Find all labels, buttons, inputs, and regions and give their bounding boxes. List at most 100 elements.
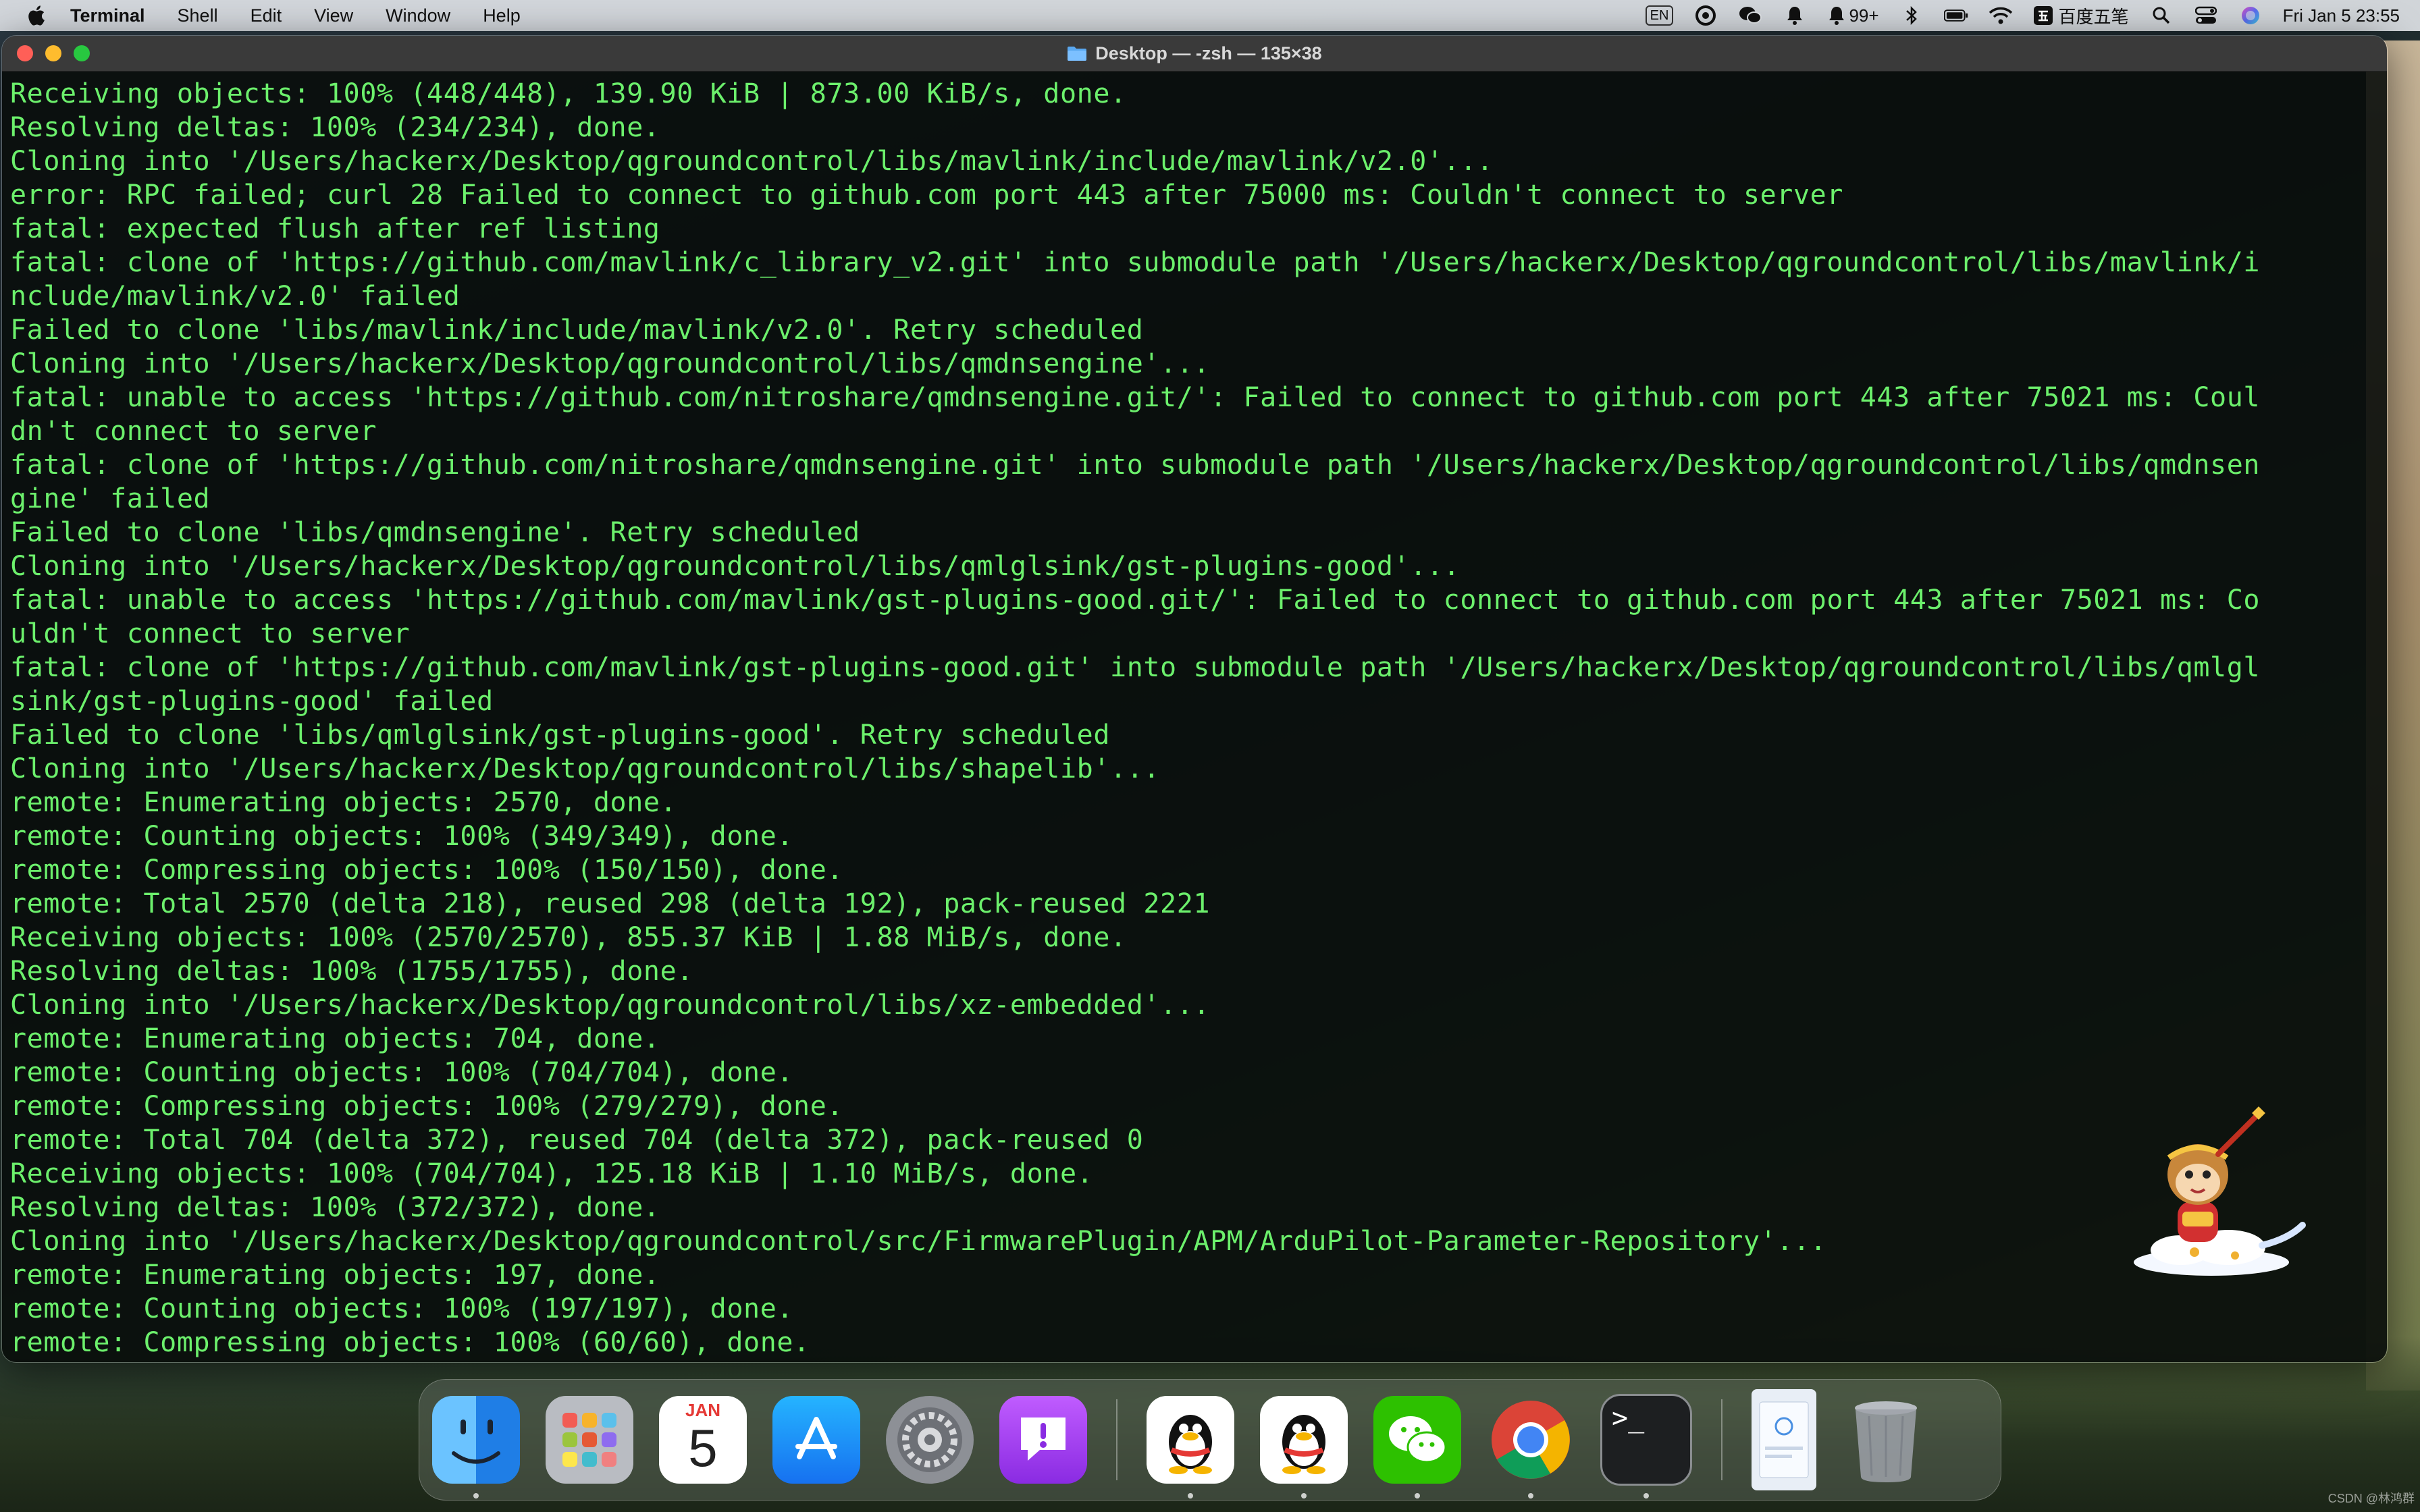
- notification-count-item[interactable]: 99+: [1827, 5, 1879, 26]
- terminal-line: Cloning into '/Users/hackerx/Desktop/qgr…: [10, 348, 1211, 379]
- qq-penguin-icon: [1282, 1415, 1325, 1474]
- apple-icon[interactable]: [24, 3, 50, 28]
- finder-app[interactable]: [432, 1396, 520, 1498]
- terminal-line: remote: Compressing objects: 100% (279/2…: [10, 1091, 844, 1122]
- qq-app-2[interactable]: [1260, 1396, 1348, 1498]
- window-titlebar[interactable]: Desktop — -zsh — 135×38: [2, 36, 2387, 72]
- terminal-window[interactable]: Desktop — -zsh — 135×38 Receiving object…: [1, 35, 2388, 1363]
- terminal-line: Receiving objects: 100% (704/704), 125.1…: [10, 1158, 1094, 1189]
- clock[interactable]: Fri Jan 5 23:55: [2283, 5, 2400, 26]
- qq-app[interactable]: [1147, 1396, 1234, 1498]
- wifi-icon[interactable]: [1989, 5, 2013, 26]
- menu-window[interactable]: Window: [386, 5, 450, 26]
- terminal-line: gine' failed: [10, 483, 211, 514]
- battery-icon[interactable]: [1943, 5, 1968, 26]
- terminal-line: Cloning into '/Users/hackerx/Desktop/qgr…: [10, 551, 1461, 582]
- calendar-app[interactable]: JAN 5: [659, 1396, 747, 1484]
- terminal-line: Failed to clone 'libs/qmlglsink/gst-plug…: [10, 720, 1111, 751]
- running-indicator: [1415, 1493, 1420, 1498]
- terminal-line: Failed to clone 'libs/mavlink/include/ma…: [10, 315, 1144, 346]
- desktop-pet-mascot[interactable]: [2127, 1100, 2309, 1282]
- downloads-stack[interactable]: [1752, 1389, 1816, 1490]
- running-indicator: [1528, 1493, 1533, 1498]
- terminal-line: remote: Counting objects: 100% (704/704)…: [10, 1057, 794, 1088]
- menu-help[interactable]: Help: [483, 5, 521, 26]
- terminal-line: remote: Counting objects: 100% (197/197)…: [10, 1293, 794, 1324]
- wechat-bubbles-icon: [1389, 1416, 1447, 1463]
- trash[interactable]: [1842, 1396, 1930, 1484]
- terminal-line: fatal: unable to access 'https://github.…: [10, 382, 2261, 413]
- app-store-icon: [795, 1417, 837, 1459]
- document-thumbnail-icon: [1759, 1401, 1809, 1478]
- terminal-line: Receiving objects: 100% (448/448), 139.9…: [10, 78, 1127, 109]
- bell-icon: [1829, 7, 1845, 25]
- search-icon[interactable]: [2149, 5, 2174, 26]
- terminal-prompt-glyph: >_: [1612, 1403, 1645, 1434]
- window-title-group: Desktop — -zsh — 135×38: [2, 43, 2387, 64]
- launchpad-icon: [562, 1413, 616, 1467]
- gear-icon: [897, 1407, 962, 1472]
- terminal-line: fatal: expected flush after ref listing: [10, 213, 660, 244]
- menu-app-name[interactable]: Terminal: [70, 5, 145, 26]
- terminal-line: remote: Total 2570 (delta 218), reused 2…: [10, 888, 1211, 919]
- terminal-line: remote: Total 704 (delta 372), reused 70…: [10, 1125, 1144, 1156]
- menu-bar: Terminal Shell Edit View Window Help EN …: [0, 0, 2420, 31]
- feedback-icon: [1021, 1418, 1066, 1461]
- terminal-line: remote: Enumerating objects: 197, done.: [10, 1260, 660, 1291]
- control-center-icon[interactable]: [2194, 5, 2218, 26]
- terminal-line: remote: Compressing objects: 100% (60/60…: [10, 1327, 810, 1358]
- terminal-line: sink/gst-plugins-good' failed: [10, 686, 494, 717]
- folder-icon: [1068, 47, 1087, 61]
- watermark: CSDN @林鸿群: [2327, 1492, 2415, 1505]
- dock: JAN 5 >_: [419, 1379, 2001, 1501]
- terminal-line: fatal: clone of 'https://github.com/nitr…: [10, 450, 2261, 481]
- terminal-line: remote: Compressing objects: 100% (150/1…: [10, 855, 844, 886]
- ime-label: 百度五笔: [2058, 6, 2129, 27]
- terminal-line: Resolving deltas: 100% (1755/1755), done…: [10, 956, 693, 987]
- dock-separator: [1721, 1399, 1722, 1480]
- menu-shell[interactable]: Shell: [178, 5, 218, 26]
- terminal-line: Resolving deltas: 100% (234/234), done.: [10, 112, 660, 143]
- terminal-line: Failed to clone 'libs/qmdnsengine'. Retr…: [10, 517, 860, 548]
- running-indicator: [473, 1493, 479, 1498]
- notification-count: 99+: [1849, 5, 1879, 26]
- wechat-app[interactable]: [1373, 1396, 1461, 1498]
- terminal-line: fatal: unable to access 'https://github.…: [10, 585, 2261, 616]
- finder-icon: [452, 1420, 500, 1464]
- terminal-line: remote: Counting objects: 100% (349/349)…: [10, 821, 794, 852]
- terminal-line: Cloning into '/Users/hackerx/Desktop/qgr…: [10, 1226, 1827, 1257]
- ime-icon: [2033, 6, 2053, 25]
- trash-icon: [1855, 1401, 1917, 1482]
- terminal-app[interactable]: >_: [1600, 1394, 1692, 1498]
- notification-bell-icon[interactable]: [1783, 5, 1807, 26]
- input-source-indicator[interactable]: EN: [1645, 5, 1674, 26]
- terminal-line: Receiving objects: 100% (2570/2570), 855…: [10, 922, 1127, 953]
- bluetooth-icon[interactable]: [1899, 5, 1924, 26]
- menu-view[interactable]: View: [314, 5, 353, 26]
- app-store-app[interactable]: [772, 1396, 860, 1484]
- chrome-app[interactable]: [1487, 1396, 1575, 1498]
- terminal-line: remote: Enumerating objects: 704, done.: [10, 1023, 660, 1054]
- system-settings-app[interactable]: [886, 1396, 974, 1484]
- terminal-output[interactable]: Receiving objects: 100% (448/448), 139.9…: [2, 72, 2387, 1362]
- window-title: Desktop — -zsh — 135×38: [1095, 43, 1322, 63]
- terminal-line: uldn't connect to server: [10, 618, 411, 649]
- terminal-line: Cloning into '/Users/hackerx/Desktop/qgr…: [10, 990, 1211, 1021]
- siri-icon[interactable]: [2238, 5, 2263, 26]
- terminal-line: dn't connect to server: [10, 416, 377, 447]
- ime-switcher[interactable]: 百度五笔: [2033, 5, 2129, 27]
- q-app-icon[interactable]: [1693, 5, 1718, 26]
- terminal-line: fatal: clone of 'https://github.com/mavl…: [10, 247, 2261, 278]
- calendar-day: 5: [688, 1418, 718, 1478]
- qq-penguin-icon: [1169, 1415, 1212, 1474]
- dock-separator: [1116, 1399, 1117, 1480]
- running-indicator: [1301, 1493, 1307, 1498]
- terminal-line: nclude/mavlink/v2.0' failed: [10, 281, 461, 312]
- wechat-icon[interactable]: [1738, 5, 1762, 26]
- terminal-line: Cloning into '/Users/hackerx/Desktop/qgr…: [10, 146, 1494, 177]
- terminal-line: fatal: clone of 'https://github.com/mavl…: [10, 652, 2261, 683]
- feedback-app[interactable]: [999, 1396, 1087, 1484]
- menu-edit[interactable]: Edit: [251, 5, 282, 26]
- calendar-month: JAN: [685, 1399, 720, 1420]
- launchpad-app[interactable]: [546, 1396, 633, 1484]
